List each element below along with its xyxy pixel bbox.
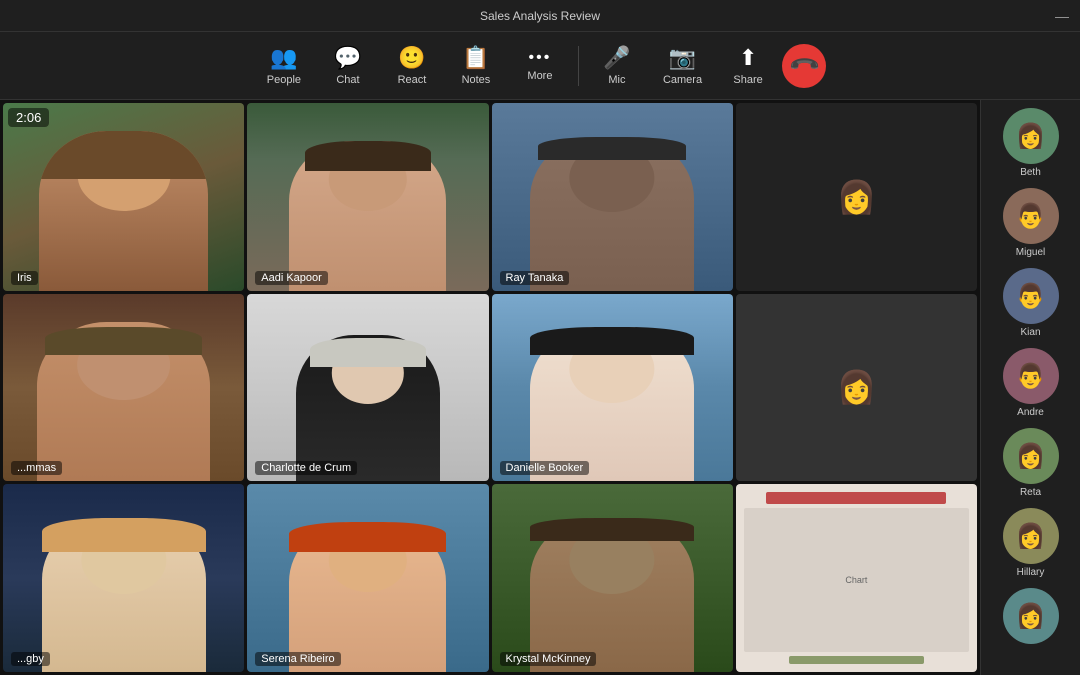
- mic-icon: 🎤: [603, 45, 630, 71]
- react-label: React: [398, 74, 427, 86]
- sidebar-participant-beth[interactable]: 👩 Beth: [985, 104, 1076, 182]
- video-name-iris: Iris: [11, 271, 38, 285]
- sidebar-name-hillary: Hillary: [1017, 567, 1045, 578]
- sidebar-avatar-beth: 👩: [1003, 108, 1059, 164]
- video-grid: 2:06 Iris Aadi Kapoor: [0, 100, 980, 675]
- sidebar-participant-reta[interactable]: 👩 Reta: [985, 424, 1076, 502]
- sidebar-participant-andre[interactable]: 👨 Andre: [985, 344, 1076, 422]
- toolbar-mic[interactable]: 🎤 Mic: [587, 37, 647, 94]
- camera-label: Camera: [663, 74, 702, 86]
- sidebar-participants: 👩 Beth 👨 Miguel 👨 Kian 👨 Andre 👩: [980, 100, 1080, 675]
- react-icon: 🙂: [398, 45, 425, 71]
- chat-label: Chat: [336, 74, 359, 86]
- sidebar-avatar-hillary: 👩: [1003, 508, 1059, 564]
- toolbar-separator: [578, 46, 579, 86]
- video-cell-serena[interactable]: Serena Ribeiro: [247, 484, 488, 672]
- sidebar-name-andre: Andre: [1017, 407, 1044, 418]
- toolbar-people[interactable]: 👥 People: [254, 37, 314, 94]
- toolbar: 👥 People 💬 Chat 🙂 React 📋 Notes ••• More…: [0, 32, 1080, 100]
- more-label: More: [527, 70, 552, 82]
- sidebar-avatar-reta: 👩: [1003, 428, 1059, 484]
- sidebar-avatar-extra: 👩: [1003, 588, 1059, 644]
- video-name-serena: Serena Ribeiro: [255, 652, 340, 666]
- sidebar-avatar-kian: 👨: [1003, 268, 1059, 324]
- sidebar-participant-miguel[interactable]: 👨 Miguel: [985, 184, 1076, 262]
- video-cell-hillary[interactable]: 👩: [736, 294, 977, 482]
- toolbar-more[interactable]: ••• More: [510, 41, 570, 90]
- end-call-button[interactable]: 📞: [782, 44, 826, 88]
- people-label: People: [267, 74, 301, 86]
- video-name-charlotte: Charlotte de Crum: [255, 461, 357, 475]
- sidebar-participant-kian[interactable]: 👨 Kian: [985, 264, 1076, 342]
- video-name-aadi: Aadi Kapoor: [255, 271, 328, 285]
- video-name-danielle: Danielle Booker: [500, 461, 590, 475]
- toolbar-right-controls: 🎤 Mic 📷 Camera ⬆ Share 📞: [587, 37, 826, 94]
- video-cell-sidebar1[interactable]: 👩: [736, 103, 977, 291]
- toolbar-notes[interactable]: 📋 Notes: [446, 37, 506, 94]
- sidebar-name-kian: Kian: [1020, 327, 1040, 338]
- window-controls: —: [1056, 10, 1068, 22]
- toolbar-chat[interactable]: 💬 Chat: [318, 37, 378, 94]
- hillary-placeholder: 👩: [836, 368, 876, 406]
- share-label: Share: [733, 74, 762, 86]
- notes-icon: 📋: [462, 45, 489, 71]
- mic-label: Mic: [608, 74, 625, 86]
- video-cell-rugby[interactable]: ...gby: [3, 484, 244, 672]
- sidebar-name-beth: Beth: [1020, 167, 1041, 178]
- video-name-thomas: ...mmas: [11, 461, 62, 475]
- sidebar-participant-extra[interactable]: 👩: [985, 584, 1076, 651]
- sidebar-avatar-andre: 👨: [1003, 348, 1059, 404]
- minimize-button[interactable]: —: [1056, 10, 1068, 22]
- title-bar: Sales Analysis Review —: [0, 0, 1080, 32]
- video-name-ray: Ray Tanaka: [500, 271, 570, 285]
- toolbar-share[interactable]: ⬆ Share: [718, 37, 778, 94]
- video-cell-iris[interactable]: Iris: [3, 103, 244, 291]
- sidebar-participant-hillary[interactable]: 👩 Hillary: [985, 504, 1076, 582]
- sidebar-avatar-miguel: 👨: [1003, 188, 1059, 244]
- video-name-krystal: Krystal McKinney: [500, 652, 597, 666]
- video-cell-charlotte[interactable]: Charlotte de Crum: [247, 294, 488, 482]
- video-cell-thomas[interactable]: ...mmas: [3, 294, 244, 482]
- main-content: 2:06 Iris Aadi Kapoor: [0, 100, 1080, 675]
- toolbar-react[interactable]: 🙂 React: [382, 37, 442, 94]
- sidebar-name-miguel: Miguel: [1016, 247, 1045, 258]
- end-call-icon: 📞: [786, 48, 821, 83]
- people-icon: 👥: [270, 45, 297, 71]
- toolbar-camera[interactable]: 📷 Camera: [651, 37, 714, 94]
- share-icon: ⬆: [739, 45, 757, 71]
- video-name-rugby: ...gby: [11, 652, 50, 666]
- video-cell-ray[interactable]: Ray Tanaka: [492, 103, 733, 291]
- call-timer: 2:06: [8, 108, 49, 127]
- video-cell-presentation[interactable]: Chart: [736, 484, 977, 672]
- video-cell-danielle[interactable]: Danielle Booker: [492, 294, 733, 482]
- sidebar-name-reta: Reta: [1020, 487, 1041, 498]
- more-icon: •••: [529, 49, 552, 67]
- notes-label: Notes: [462, 74, 491, 86]
- camera-icon: 📷: [669, 45, 696, 71]
- window-title: Sales Analysis Review: [480, 9, 600, 23]
- video-cell-aadi[interactable]: Aadi Kapoor: [247, 103, 488, 291]
- empty-cell-icon: 👩: [836, 178, 876, 216]
- chat-icon: 💬: [334, 45, 361, 71]
- video-cell-krystal[interactable]: Krystal McKinney: [492, 484, 733, 672]
